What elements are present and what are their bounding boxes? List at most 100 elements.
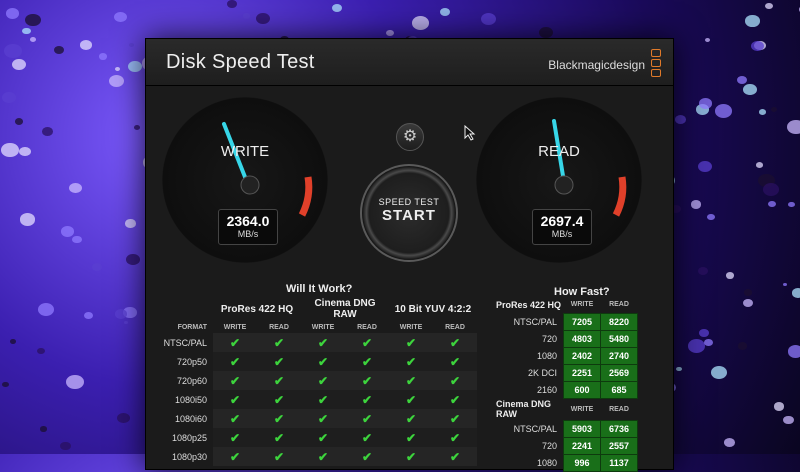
check-icon: ✔ [257, 428, 301, 447]
check-icon: ✔ [433, 428, 477, 447]
read-subheader: READ [357, 323, 377, 331]
read-fps-value: 2569 [600, 363, 638, 382]
read-subheader: READ [445, 323, 465, 331]
resolution-label: NTSC/PAL [513, 316, 557, 327]
format-label: 1080p25 [171, 432, 207, 443]
read-fps-value: 5480 [600, 329, 638, 348]
mouse-cursor-icon [464, 125, 476, 141]
check-icon: ✔ [213, 409, 257, 428]
write-subheader: WRITE [570, 405, 594, 413]
format-label: 1080i60 [174, 413, 207, 424]
settings-gear-icon[interactable]: ⚙ [396, 123, 424, 151]
check-icon: ✔ [433, 447, 477, 466]
resolution-label: 2160 [536, 384, 557, 395]
table-row: 1080i50 ✔ ✔ ✔ ✔ ✔ ✔ [146, 390, 477, 409]
resolution-label: NTSC/PAL [513, 423, 557, 434]
check-icon: ✔ [345, 390, 389, 409]
write-fps-value: 600 [563, 380, 601, 399]
format-label: 720p50 [176, 356, 207, 367]
write-subheader: WRITE [311, 323, 335, 331]
format-label: 720p60 [176, 375, 207, 386]
read-subheader: READ [609, 405, 629, 413]
table-row: 2160 600 685 [486, 380, 638, 399]
table-row: NTSC/PAL 5903 6736 [486, 419, 638, 438]
resolution-label: 720 [541, 440, 557, 451]
check-icon: ✔ [301, 352, 345, 371]
read-subheader: READ [269, 323, 289, 331]
write-subheader: WRITE [570, 301, 594, 309]
codec-header: ProRes 422 HQ [220, 303, 294, 315]
check-icon: ✔ [345, 352, 389, 371]
table-row: 1080 996 1137 [486, 453, 638, 472]
check-icon: ✔ [301, 371, 345, 390]
codec-group-header: ProRes 422 HQ [496, 300, 562, 310]
write-fps-value: 2402 [563, 346, 601, 365]
check-icon: ✔ [257, 333, 301, 352]
table-row: 720 4803 5480 [486, 329, 638, 348]
write-fps-value: 4803 [563, 329, 601, 348]
check-icon: ✔ [257, 447, 301, 466]
check-icon: ✔ [433, 371, 477, 390]
how-fast-table: ProRes 422 HQ WRITE READ NTSC/PAL 7205 8220 72… [486, 297, 638, 472]
table-row: 1080p25 ✔ ✔ ✔ ✔ ✔ ✔ [146, 428, 477, 447]
check-icon: ✔ [301, 409, 345, 428]
write-subheader: WRITE [223, 323, 247, 331]
write-gauge-label: WRITE [220, 143, 270, 160]
start-button-line2: START [382, 207, 436, 224]
table-row: 1080i60 ✔ ✔ ✔ ✔ ✔ ✔ [146, 409, 477, 428]
codec-header: Cinema DNG RAW [314, 298, 376, 320]
table-row: 2K DCI 2251 2569 [486, 363, 638, 382]
write-speed-value: 2364.0 [226, 213, 270, 229]
write-fps-value: 996 [563, 453, 601, 472]
start-button-line1: SPEED TEST [378, 197, 440, 207]
write-fps-value: 5903 [563, 419, 601, 438]
read-fps-value: 8220 [600, 312, 638, 331]
app-window: Disk Speed Test Blackmagicdesign WRITE 2… [145, 38, 674, 472]
check-icon: ✔ [301, 333, 345, 352]
check-icon: ✔ [389, 333, 433, 352]
resolution-label: 1080 [536, 350, 557, 361]
check-icon: ✔ [301, 447, 345, 466]
table-row: 1080 2402 2740 [486, 346, 638, 365]
check-icon: ✔ [389, 390, 433, 409]
check-icon: ✔ [433, 352, 477, 371]
check-icon: ✔ [257, 390, 301, 409]
write-fps-value: 2251 [563, 363, 601, 382]
read-speed-value: 2697.4 [540, 213, 584, 229]
write-fps-value: 2241 [563, 436, 601, 455]
read-readout: 2697.4 MB/s [532, 209, 592, 245]
check-icon: ✔ [433, 390, 477, 409]
title-bar: Disk Speed Test Blackmagicdesign [146, 39, 673, 86]
table-row: 720p60 ✔ ✔ ✔ ✔ ✔ ✔ [146, 371, 477, 390]
check-icon: ✔ [213, 333, 257, 352]
read-fps-value: 2557 [600, 436, 638, 455]
table-row: 720 2241 2557 [486, 436, 638, 455]
write-fps-value: 7205 [563, 312, 601, 331]
read-gauge: READ 2697.4 MB/s [476, 97, 642, 263]
check-icon: ✔ [345, 333, 389, 352]
check-icon: ✔ [389, 428, 433, 447]
check-icon: ✔ [257, 371, 301, 390]
check-icon: ✔ [389, 409, 433, 428]
will-it-work-table: ProRes 422 HQ Cinema DNG RAW 10 Bit YUV … [146, 297, 477, 466]
check-icon: ✔ [213, 447, 257, 466]
read-subheader: READ [609, 301, 629, 309]
brand-name: Blackmagicdesign [548, 58, 645, 72]
check-icon: ✔ [433, 333, 477, 352]
read-fps-value: 6736 [600, 419, 638, 438]
check-icon: ✔ [345, 371, 389, 390]
check-icon: ✔ [345, 447, 389, 466]
app-title: Disk Speed Test [166, 51, 315, 73]
check-icon: ✔ [389, 352, 433, 371]
check-icon: ✔ [213, 352, 257, 371]
speed-test-start-button[interactable]: SPEED TEST START [360, 164, 458, 262]
format-header: FORMAT [177, 323, 207, 331]
check-icon: ✔ [213, 371, 257, 390]
brand-logo-icon [651, 49, 661, 77]
check-icon: ✔ [301, 428, 345, 447]
write-speed-unit: MB/s [237, 229, 259, 239]
read-fps-value: 1137 [600, 453, 638, 472]
check-icon: ✔ [213, 428, 257, 447]
read-fps-value: 2740 [600, 346, 638, 365]
check-icon: ✔ [301, 390, 345, 409]
